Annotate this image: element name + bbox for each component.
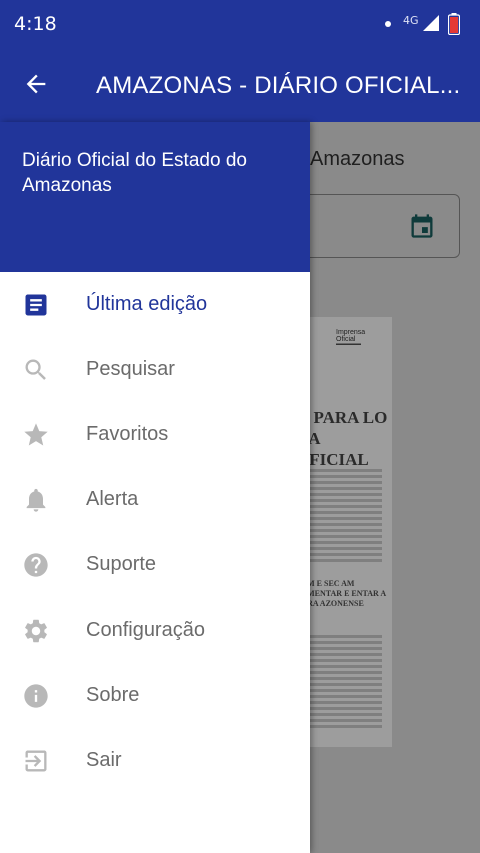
menu-item-label: Favoritos [86,423,169,445]
menu-item-sobre[interactable]: Sobre [0,664,310,728]
page-title: AMAZONAS - DIÁRIO OFICIAL... [96,72,461,99]
menu-item-pesquisar[interactable]: Pesquisar [0,338,310,402]
menu-item-ultima-edicao[interactable]: Última edição [0,273,310,337]
menu-item-label: Sobre [86,684,140,706]
arrow-left-icon[interactable] [22,70,50,98]
content-subtitle: Amazonas [310,148,405,170]
newspaper-headline: O PARA LO DA OFICIAL [296,408,388,469]
app-bar: AMAZONAS - DIÁRIO OFICIAL... [0,48,480,122]
status-time: 4:18 [14,13,57,35]
menu-item-favoritos[interactable]: Favoritos [0,403,310,467]
document-icon [25,294,47,316]
help-icon [24,553,48,577]
drawer-header: Diário Oficial do Estado do Amazonas [0,122,310,272]
status-bar: 4:18 4G [0,0,480,48]
menu-item-label: Sair [86,749,122,771]
menu-item-sair[interactable]: Sair [0,729,310,793]
menu-item-suporte[interactable]: Suporte [0,533,310,597]
menu-item-configuracao[interactable]: Configuração [0,599,310,663]
calendar-icon[interactable] [408,212,436,240]
masthead-edition: ▬▬▬▬▬ [336,341,361,347]
menu-item-alerta[interactable]: Alerta [0,468,310,532]
menu-item-label: Suporte [86,553,157,575]
search-icon [25,359,46,380]
newspaper-section-headline: EAM E SEC AM FOMENTAR E ENTAR A TURA AZO… [296,579,386,608]
navigation-drawer: Diário Oficial do Estado do Amazonas Últ… [0,122,310,853]
menu-item-label: Configuração [86,619,205,641]
menu-item-label: Pesquisar [86,358,175,380]
exit-icon [25,750,47,772]
network-type: 4G [403,14,419,27]
dot-icon [385,21,391,27]
bell-icon [26,488,46,512]
menu-item-label: Última edição [86,293,208,315]
battery-icon [448,13,460,35]
menu-item-label: Alerta [86,488,139,510]
info-icon [24,684,48,708]
gear-icon [25,619,47,643]
drawer-title: Diário Oficial do Estado do Amazonas [22,150,247,196]
star-icon [24,423,48,446]
signal-icon [423,15,439,31]
